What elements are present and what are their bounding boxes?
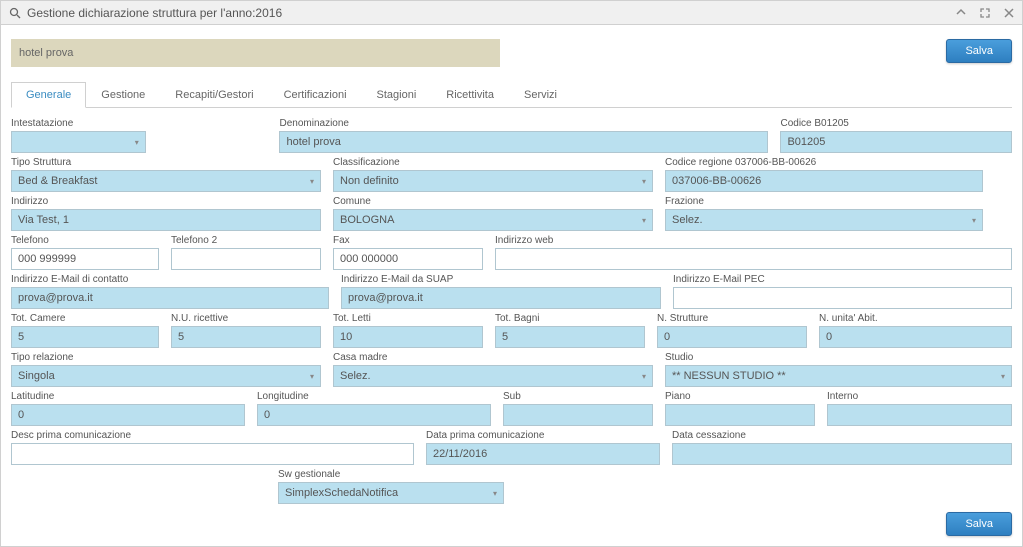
close-icon[interactable] (1004, 8, 1014, 18)
form-generale: Intestatazione Denominazione Codice B012… (11, 118, 1012, 504)
input-telefono[interactable] (11, 248, 159, 270)
tab-ricettivita[interactable]: Ricettivita (431, 82, 509, 108)
tab-servizi[interactable]: Servizi (509, 82, 572, 108)
label-desc-prima: Desc prima comunicazione (11, 430, 414, 441)
label-latitudine: Latitudine (11, 391, 245, 402)
label-sub: Sub (503, 391, 653, 402)
input-n-strutture[interactable] (657, 326, 807, 348)
label-frazione: Frazione (665, 196, 983, 207)
label-data-cessazione: Data cessazione (672, 430, 1012, 441)
tab-certificazioni[interactable]: Certificazioni (269, 82, 362, 108)
label-telefono2: Telefono 2 (171, 235, 321, 246)
minimize-icon[interactable] (956, 8, 966, 18)
input-web[interactable] (495, 248, 1012, 270)
label-nu-ricettive: N.U. ricettive (171, 313, 321, 324)
input-piano[interactable] (665, 404, 815, 426)
select-comune[interactable]: BOLOGNA (333, 209, 653, 231)
window-actions (956, 8, 1014, 18)
input-data-cessazione[interactable] (672, 443, 1012, 465)
label-interno: Interno (827, 391, 1012, 402)
save-button-bottom[interactable]: Salva (946, 512, 1012, 536)
label-denominazione: Denominazione (279, 118, 768, 129)
tab-gestione[interactable]: Gestione (86, 82, 160, 108)
search-icon (9, 7, 21, 19)
tabs: Generale Gestione Recapiti/Gestori Certi… (11, 81, 1012, 108)
label-sw-gestionale: Sw gestionale (278, 469, 504, 480)
label-fax: Fax (333, 235, 483, 246)
input-tot-bagni[interactable] (495, 326, 645, 348)
input-latitudine[interactable] (11, 404, 245, 426)
label-email-pec: Indirizzo E-Mail PEC (673, 274, 1012, 285)
label-intestatazione: Intestatazione (11, 118, 146, 129)
structure-name-banner: hotel prova (11, 39, 500, 67)
label-codice-b: Codice B01205 (780, 118, 1012, 129)
input-n-unita-abit[interactable] (819, 326, 1012, 348)
label-classificazione: Classificazione (333, 157, 653, 168)
input-telefono2[interactable] (171, 248, 321, 270)
input-data-prima[interactable] (426, 443, 660, 465)
label-longitudine: Longitudine (257, 391, 491, 402)
label-tot-camere: Tot. Camere (11, 313, 159, 324)
input-tot-letti[interactable] (333, 326, 483, 348)
label-telefono: Telefono (11, 235, 159, 246)
footer: Salva (11, 512, 1012, 536)
select-frazione[interactable]: Selez. (665, 209, 983, 231)
select-studio[interactable]: ** NESSUN STUDIO ** (665, 365, 1012, 387)
input-email-suap[interactable] (341, 287, 661, 309)
input-longitudine[interactable] (257, 404, 491, 426)
label-n-strutture: N. Strutture (657, 313, 807, 324)
label-data-prima: Data prima comunicazione (426, 430, 660, 441)
label-tot-letti: Tot. Letti (333, 313, 483, 324)
label-web: Indirizzo web (495, 235, 1012, 246)
label-email-contatto: Indirizzo E-Mail di contatto (11, 274, 329, 285)
input-tot-camere[interactable] (11, 326, 159, 348)
label-tot-bagni: Tot. Bagni (495, 313, 645, 324)
input-email-pec[interactable] (673, 287, 1012, 309)
select-tipo-relazione[interactable]: Singola (11, 365, 321, 387)
input-sub[interactable] (503, 404, 653, 426)
content: hotel prova Salva Generale Gestione Reca… (1, 25, 1022, 546)
input-denominazione[interactable] (279, 131, 768, 153)
maximize-icon[interactable] (980, 8, 990, 18)
header-row: hotel prova Salva (11, 39, 1012, 67)
select-sw-gestionale[interactable]: SimplexSchedaNotifica (278, 482, 504, 504)
window-title: Gestione dichiarazione struttura per l'a… (27, 6, 956, 20)
input-codice-regione[interactable] (665, 170, 983, 192)
select-classificazione[interactable]: Non definito (333, 170, 653, 192)
input-indirizzo[interactable] (11, 209, 321, 231)
label-tipo-struttura: Tipo Struttura (11, 157, 321, 168)
label-piano: Piano (665, 391, 815, 402)
tab-recapiti[interactable]: Recapiti/Gestori (160, 82, 268, 108)
input-nu-ricettive[interactable] (171, 326, 321, 348)
label-indirizzo: Indirizzo (11, 196, 321, 207)
save-button-top[interactable]: Salva (946, 39, 1012, 63)
label-comune: Comune (333, 196, 653, 207)
select-casa-madre[interactable]: Selez. (333, 365, 653, 387)
tab-stagioni[interactable]: Stagioni (362, 82, 432, 108)
titlebar: Gestione dichiarazione struttura per l'a… (1, 1, 1022, 25)
input-desc-prima[interactable] (11, 443, 414, 465)
label-tipo-relazione: Tipo relazione (11, 352, 321, 363)
input-fax[interactable] (333, 248, 483, 270)
label-codice-regione: Codice regione 037006-BB-00626 (665, 157, 983, 168)
select-intestatazione[interactable] (11, 131, 146, 153)
label-studio: Studio (665, 352, 1012, 363)
input-email-contatto[interactable] (11, 287, 329, 309)
tab-generale[interactable]: Generale (11, 82, 86, 108)
input-codice-b[interactable] (780, 131, 1012, 153)
label-n-unita-abit: N. unita' Abit. (819, 313, 1012, 324)
label-email-suap: Indirizzo E-Mail da SUAP (341, 274, 661, 285)
dialog-window: Gestione dichiarazione struttura per l'a… (0, 0, 1023, 547)
label-casa-madre: Casa madre (333, 352, 653, 363)
select-tipo-struttura[interactable]: Bed & Breakfast (11, 170, 321, 192)
input-interno[interactable] (827, 404, 1012, 426)
